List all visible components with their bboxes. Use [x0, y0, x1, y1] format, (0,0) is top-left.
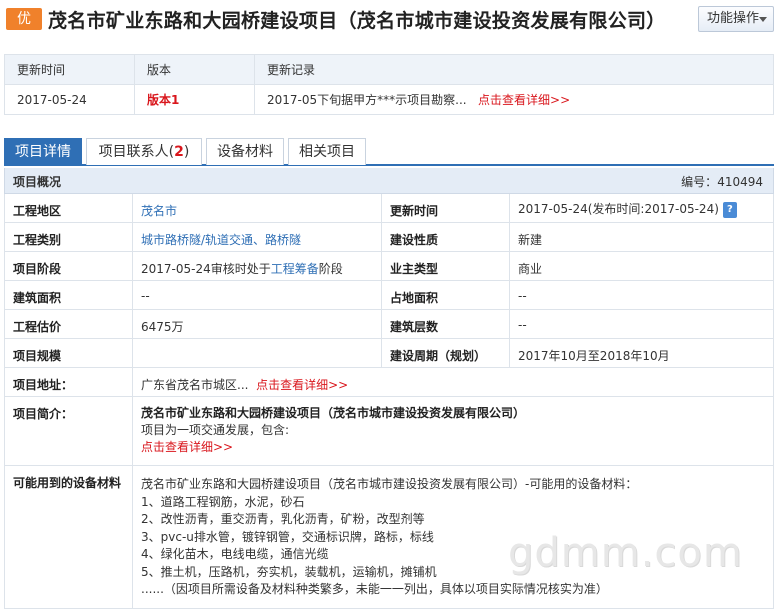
- nature-value: 新建: [518, 233, 543, 247]
- scale-value: [133, 339, 381, 367]
- version-link[interactable]: 版本1: [134, 84, 255, 115]
- intro-title: 茂名市矿业东路和大园桥建设项目（茂名市城市建设投资发展有限公司）: [141, 406, 526, 420]
- owner-type-label: 业主类型: [390, 262, 439, 276]
- address-value: 广东省茂名市城区... 点击查看详细>>: [141, 378, 349, 392]
- list-item: 2、改性沥青，重交沥青，乳化沥青，矿粉，改型剂等: [141, 512, 425, 526]
- stage-label: 项目阶段: [13, 262, 62, 276]
- tab-related-projects[interactable]: 相关项目: [288, 138, 366, 165]
- tab-equipment-materials[interactable]: 设备材料: [206, 138, 284, 165]
- tab-bar: 项目详情 项目联系人(2) 设备材料 相关项目: [4, 138, 774, 166]
- list-item: 5、推土机，压路机，夯实机，装载机，运输机，摊铺机: [141, 564, 437, 579]
- title-bar: 优 茂名市矿业东路和大园桥建设项目（茂名市城市建设投资发展有限公司） 功能操作: [0, 0, 782, 38]
- project-detail-grid: 工程地区 茂名市 更新时间 2017-05-24(发布时间:2017-05-24…: [4, 194, 774, 609]
- function-menu-button[interactable]: 功能操作: [698, 6, 774, 32]
- update-record: 2017-05下旬据甲方***示项目勘察... 点击查看详细>>: [254, 84, 774, 115]
- update-record-text: 2017-05下旬据甲方***示项目勘察...: [267, 93, 467, 107]
- floors-label: 建筑层数: [390, 320, 439, 334]
- list-item: 1、道路工程钢筋，水泥，砂石: [141, 494, 305, 509]
- list-item: 4、绿化苗木，电线电缆，通信光缆: [141, 547, 329, 561]
- chevron-down-icon: [759, 17, 767, 22]
- update-date: 2017-05-24: [4, 84, 135, 115]
- address-label: 项目地址：: [13, 378, 74, 392]
- floors-value: --: [518, 318, 527, 332]
- help-icon[interactable]: ?: [722, 201, 737, 218]
- estimate-label: 工程估价: [13, 320, 62, 334]
- overview-title: 项目概况: [13, 175, 62, 189]
- region-label: 工程地区: [13, 204, 62, 218]
- intro-value: 茂名市矿业东路和大园桥建设项目（茂名市城市建设投资发展有限公司） 项目为一项交通…: [133, 397, 773, 465]
- tab-project-contacts[interactable]: 项目联系人(2): [86, 138, 202, 165]
- update-time-label: 更新时间: [390, 204, 439, 218]
- period-value: 2017年10月至2018年10月: [518, 349, 670, 363]
- period-label: 建设周期（规划）: [390, 349, 487, 363]
- materials-label: 可能用到的设备材料: [13, 476, 122, 490]
- col-version: 版本: [134, 54, 255, 85]
- overview-header: 项目概况 编号：410494: [4, 168, 774, 194]
- contacts-count: 2: [174, 144, 184, 160]
- land-area-label: 占地面积: [390, 291, 439, 305]
- building-area-value: --: [141, 289, 150, 303]
- intro-text: 项目为一项交通发展，包含:: [141, 423, 290, 437]
- scale-label: 项目规模: [13, 349, 62, 363]
- materials-note: ......（因项目所需设备及材料种类繁多，未能一一列出，具体以项目实际情况核实…: [141, 582, 608, 596]
- update-history-table: 更新时间 版本 更新记录 2017-05-24 版本1 2017-05下旬据甲方…: [4, 54, 774, 115]
- region-link[interactable]: 茂名市: [133, 194, 381, 222]
- intro-detail-link[interactable]: 点击查看详细>>: [141, 439, 765, 456]
- building-area-label: 建筑面积: [13, 291, 62, 305]
- col-update-time: 更新时间: [4, 54, 135, 85]
- premium-badge: 优: [6, 8, 42, 30]
- intro-label: 项目简介：: [13, 407, 74, 421]
- category-link[interactable]: 城市路桥隧/轨道交通、路桥隧: [133, 223, 381, 251]
- land-area-value: --: [518, 289, 527, 303]
- update-time-value: 2017-05-24(发布时间:2017-05-24)?: [510, 194, 774, 222]
- col-update-record: 更新记录: [254, 54, 774, 85]
- stage-link[interactable]: 工程筹备: [271, 262, 319, 276]
- owner-type-value: 商业: [518, 262, 543, 276]
- list-item: 3、pvc-u排水管，镀锌钢管，交通标识牌，路标，标线: [141, 529, 434, 544]
- estimate-value: 6475万: [141, 320, 184, 334]
- record-detail-link[interactable]: 点击查看详细>>: [478, 93, 570, 107]
- address-detail-link[interactable]: 点击查看详细>>: [256, 378, 348, 392]
- nature-label: 建设性质: [390, 233, 439, 247]
- function-menu-label: 功能操作: [707, 11, 760, 26]
- materials-value: 茂名市矿业东路和大园桥建设项目（茂名市城市建设投资发展有限公司）-可能用的设备材…: [133, 466, 773, 608]
- tab-project-details[interactable]: 项目详情: [4, 138, 82, 166]
- materials-intro: 茂名市矿业东路和大园桥建设项目（茂名市城市建设投资发展有限公司）-可能用的设备材…: [141, 477, 638, 491]
- table-row: 2017-05-24 版本1 2017-05下旬据甲方***示项目勘察... 点…: [4, 84, 774, 115]
- page-title: 茂名市矿业东路和大园桥建设项目（茂名市城市建设投资发展有限公司）: [48, 10, 666, 32]
- project-number: 编号：410494: [681, 175, 763, 189]
- category-label: 工程类别: [13, 233, 62, 247]
- stage-value: 2017-05-24审核时处于工程筹备阶段: [141, 262, 343, 276]
